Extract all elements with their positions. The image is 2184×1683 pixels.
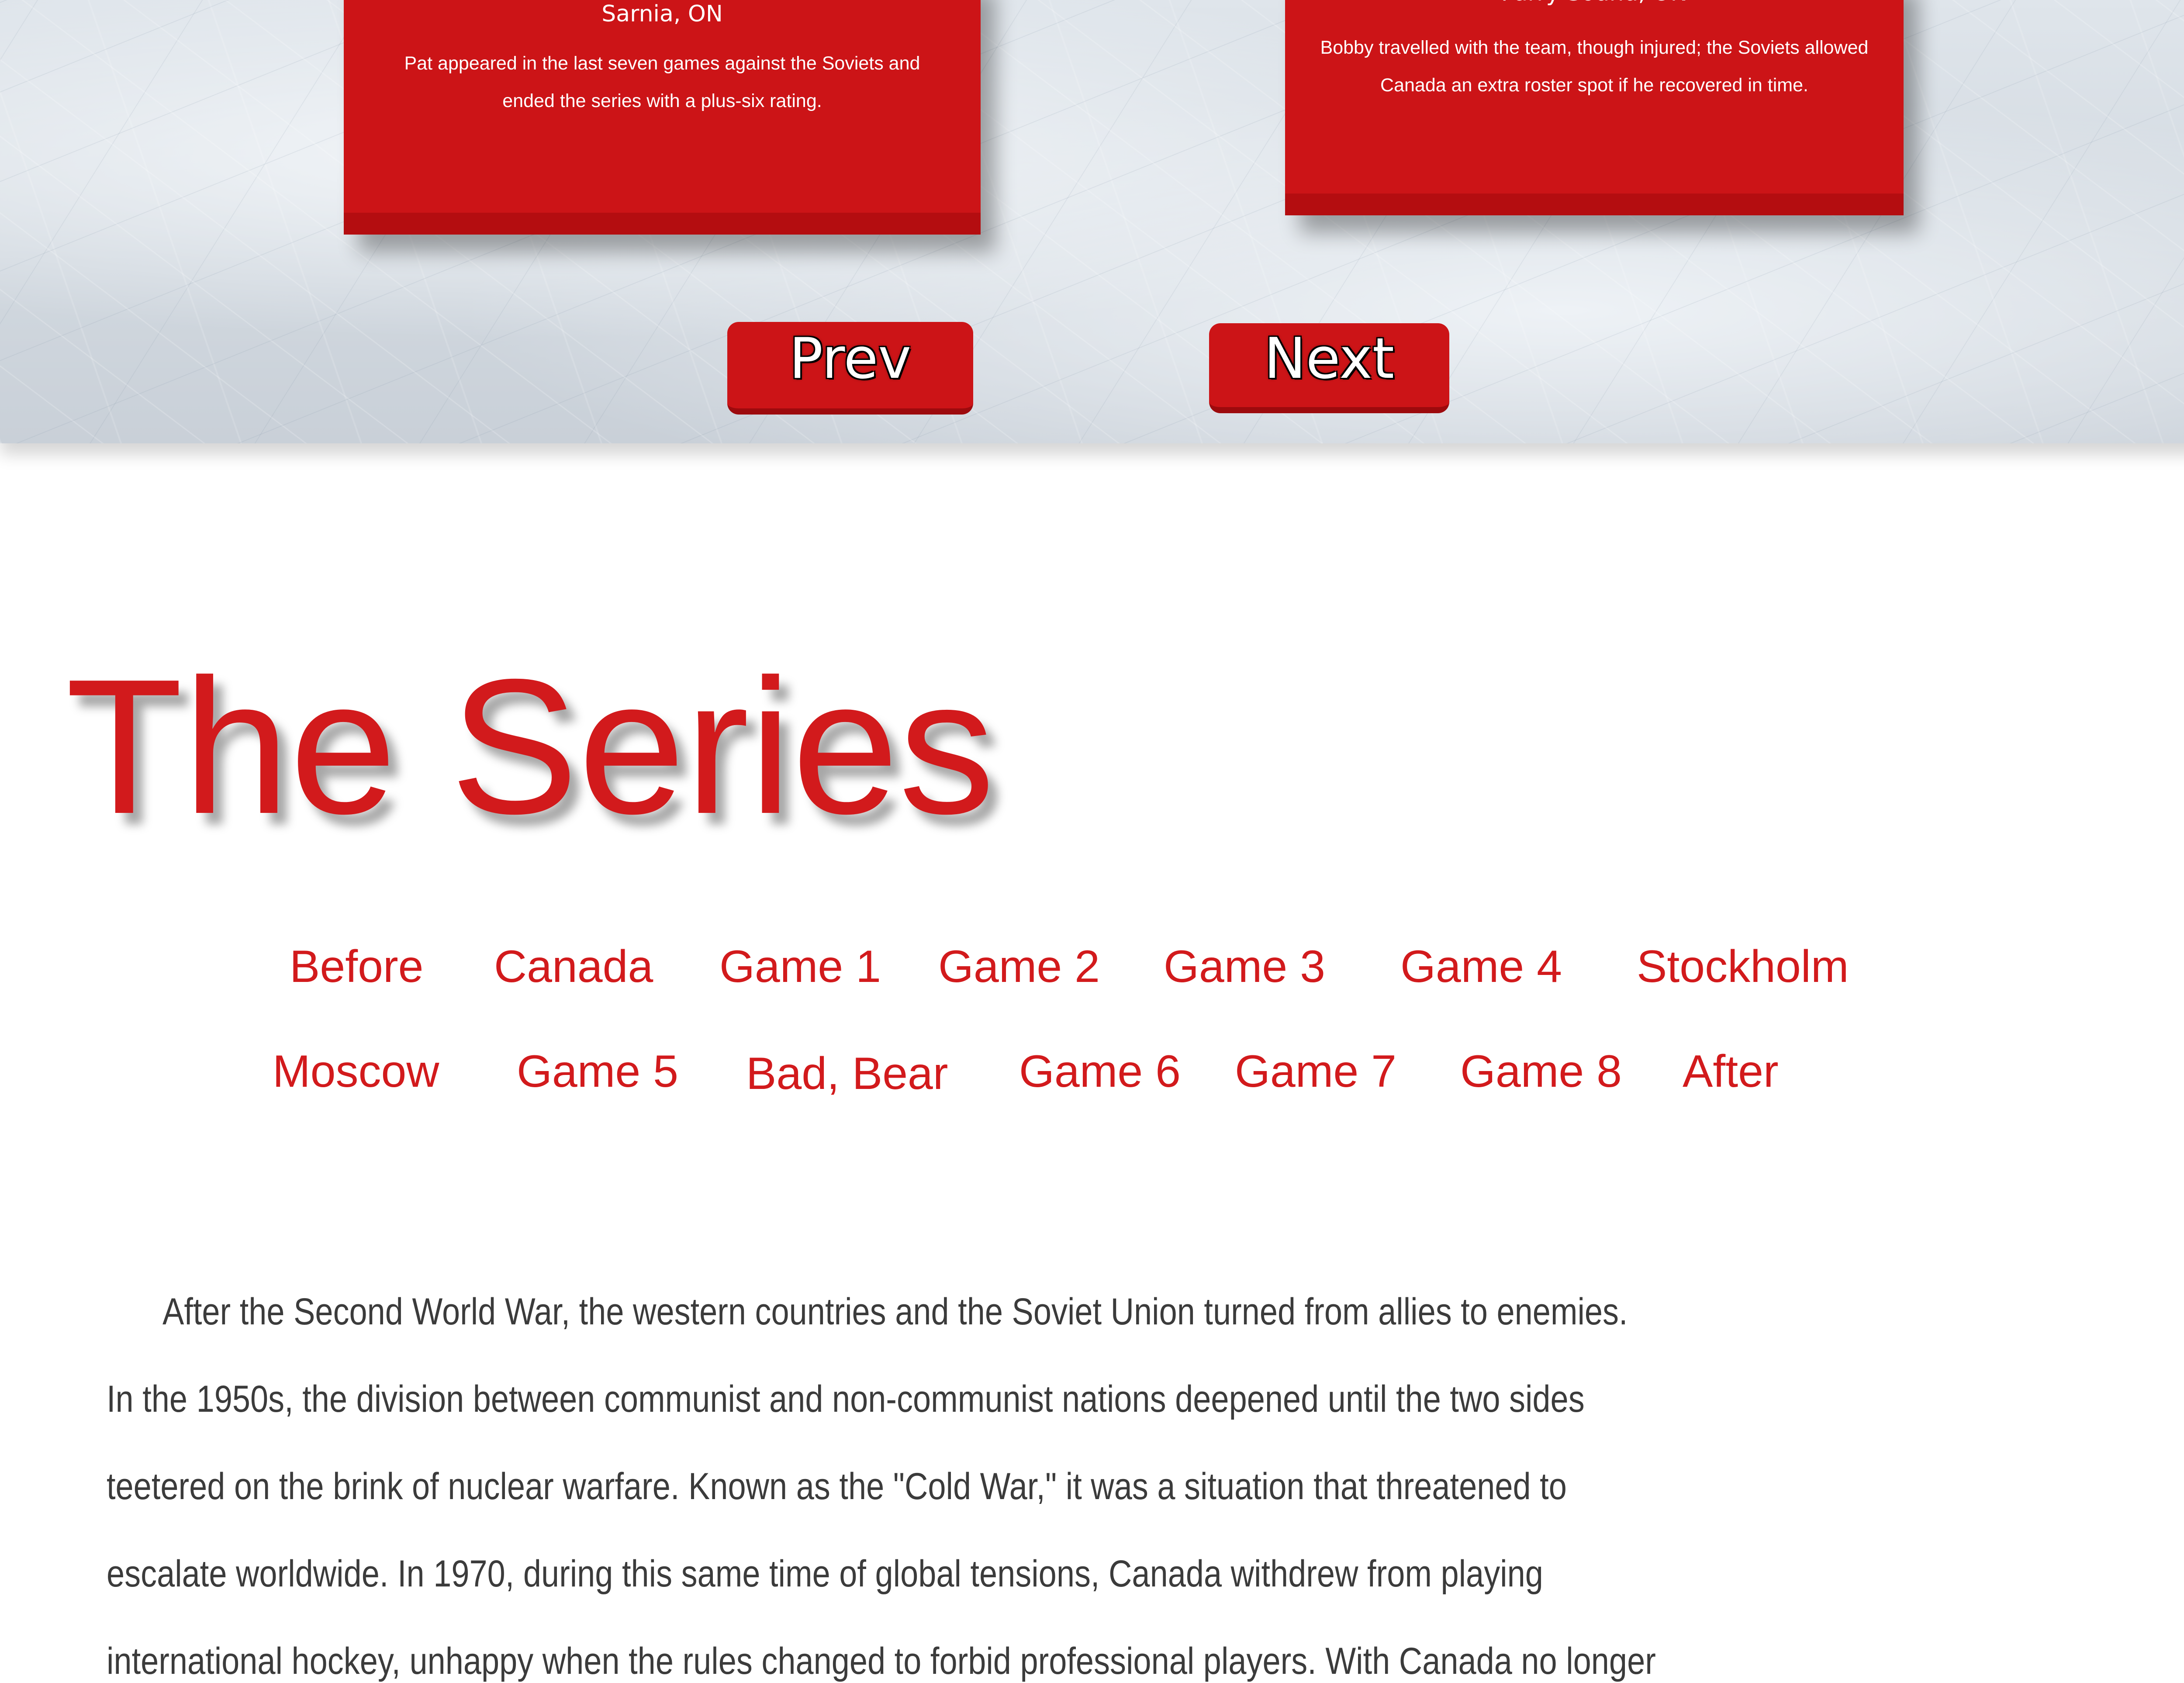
nav-link-game-3[interactable]: Game 3: [1164, 940, 1325, 993]
page: Sarnia, ON Pat appeared in the last seve…: [0, 0, 2184, 1683]
nav-link-game-2[interactable]: Game 2: [938, 940, 1100, 993]
next-button[interactable]: Next: [1209, 323, 1449, 413]
nav-link-bad-bear[interactable]: Bad, Bear: [746, 1047, 948, 1100]
prev-button[interactable]: Prev: [727, 322, 973, 415]
card-description: Bobby travelled with the team, though in…: [1320, 37, 1869, 96]
paragraph-line: escalate worldwide. In 1970, during this…: [107, 1553, 1543, 1595]
page-title: The Series: [66, 639, 995, 854]
paragraph-line: In the 1950s, the division between commu…: [107, 1378, 1585, 1420]
nav-link-stockholm[interactable]: Stockholm: [1637, 940, 1849, 993]
paragraph-line: international hockey, unhappy when the r…: [107, 1640, 1656, 1682]
nav-link-game-8[interactable]: Game 8: [1460, 1045, 1622, 1098]
nav-link-game-1[interactable]: Game 1: [719, 940, 881, 993]
card-hometown: Sarnia, ON: [601, 1, 723, 27]
card-description: Pat appeared in the last seven games aga…: [404, 53, 920, 111]
nav-link-game-6[interactable]: Game 6: [1019, 1045, 1181, 1098]
paragraph-line: teetered on the brink of nuclear warfare…: [107, 1465, 1567, 1507]
player-card-right: Parry Sound, ON Bobby travelled with the…: [1285, 0, 1904, 215]
nav-link-after[interactable]: After: [1683, 1045, 1779, 1098]
nav-link-game-7[interactable]: Game 7: [1235, 1045, 1396, 1098]
nav-link-game-4[interactable]: Game 4: [1400, 940, 1562, 993]
card-hometown: Parry Sound, ON: [1285, 0, 1904, 6]
nav-link-game-5[interactable]: Game 5: [517, 1045, 678, 1098]
nav-link-moscow[interactable]: Moscow: [273, 1045, 439, 1098]
player-card-left: Sarnia, ON Pat appeared in the last seve…: [344, 0, 981, 235]
paragraph-line: After the Second World War, the western …: [162, 1291, 1628, 1333]
nav-link-before[interactable]: Before: [290, 940, 423, 993]
nav-link-canada[interactable]: Canada: [494, 940, 653, 993]
